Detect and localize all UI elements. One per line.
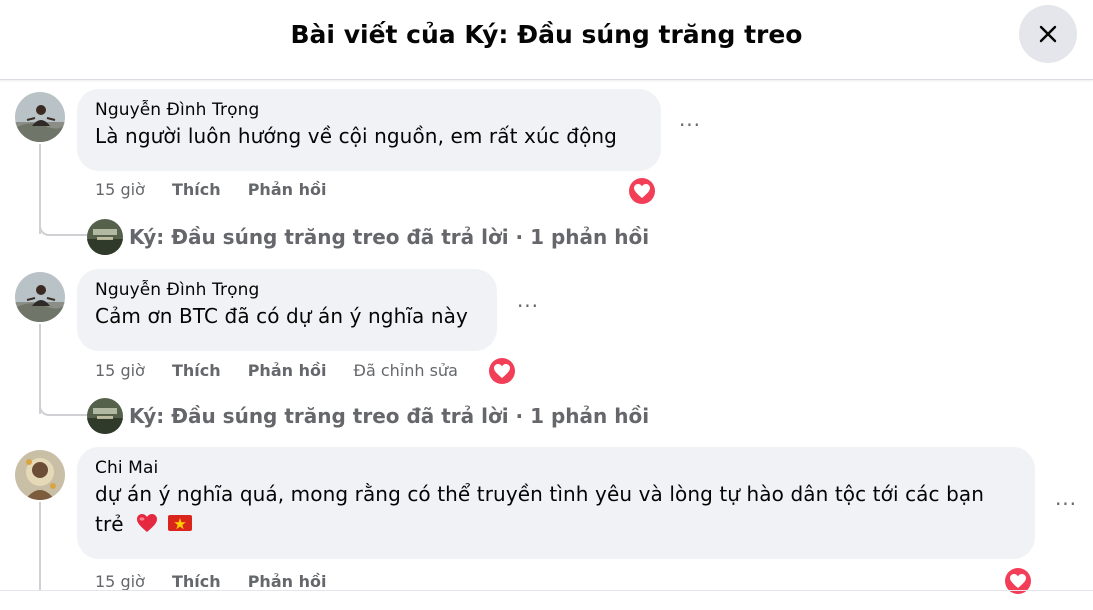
- reply-avatar[interactable]: [87, 219, 123, 255]
- reaction-badge[interactable]: [627, 176, 657, 206]
- avatar[interactable]: [15, 92, 65, 142]
- more-options-button[interactable]: ···: [510, 291, 546, 327]
- comment-bubble: Nguyễn Đình Trọng Là người luôn hướng về…: [77, 89, 661, 171]
- vietnam-flag-emoji: [167, 511, 193, 541]
- avatar[interactable]: [15, 450, 65, 500]
- comment-author[interactable]: Nguyễn Đình Trọng: [95, 99, 645, 121]
- comment-list: Nguyễn Đình Trọng Là người luôn hướng về…: [0, 80, 1093, 596]
- reply-button[interactable]: Phản hồi: [248, 178, 327, 202]
- comment-author[interactable]: Chi Mai: [95, 457, 1019, 479]
- comment-author[interactable]: Nguyễn Đình Trọng: [95, 279, 481, 301]
- bottom-divider: [0, 590, 1093, 591]
- comment-text: Cảm ơn BTC đã có dự án ý nghĩa này: [95, 304, 468, 328]
- edited-label: Đã chỉnh sửa: [353, 361, 458, 380]
- reaction-badge[interactable]: [487, 356, 517, 386]
- like-button[interactable]: Thích: [172, 178, 221, 202]
- thread-line: [39, 502, 41, 590]
- thread-connector: [39, 200, 89, 236]
- comment-text: dự án ý nghĩa quá, mong rằng có thể truy…: [95, 482, 984, 506]
- comment-text: Là người luôn hướng về cội nguồn, em rất…: [95, 124, 617, 148]
- comment-actions: 15 giờ Thích Phản hồi Đã chỉnh sửa: [95, 359, 480, 383]
- reply-button[interactable]: Phản hồi: [248, 359, 327, 383]
- avatar[interactable]: [15, 272, 65, 322]
- more-options-button[interactable]: ···: [672, 110, 708, 146]
- comment-text-continued: trẻ: [95, 509, 1019, 541]
- dialog-header: Bài viết của Ký: Đầu súng trăng treo: [0, 0, 1093, 80]
- view-replies-link[interactable]: Ký: Đầu súng trăng treo đã trả lời · 1 p…: [129, 219, 649, 255]
- more-options-button[interactable]: ···: [1048, 489, 1084, 525]
- thread-connector: [39, 380, 89, 416]
- dialog-title: Bài viết của Ký: Đầu súng trăng treo: [290, 20, 803, 49]
- comment-time[interactable]: 15 giờ: [95, 178, 145, 202]
- like-button[interactable]: Thích: [172, 359, 221, 383]
- close-button[interactable]: [1019, 5, 1077, 63]
- comment-time[interactable]: 15 giờ: [95, 359, 145, 383]
- view-replies-link[interactable]: Ký: Đầu súng trăng treo đã trả lời · 1 p…: [129, 398, 649, 434]
- comment-text-tail: trẻ: [95, 512, 124, 536]
- reaction-badge[interactable]: [1003, 566, 1033, 596]
- close-icon: [1039, 25, 1057, 43]
- comment-actions: 15 giờ Thích Phản hồi: [95, 178, 348, 202]
- reply-avatar[interactable]: [87, 398, 123, 434]
- comment-bubble: Chi Mai dự án ý nghĩa quá, mong rằng có …: [77, 447, 1035, 559]
- red-heart-emoji: [136, 511, 158, 541]
- comment-bubble: Nguyễn Đình Trọng Cảm ơn BTC đã có dự án…: [77, 269, 497, 351]
